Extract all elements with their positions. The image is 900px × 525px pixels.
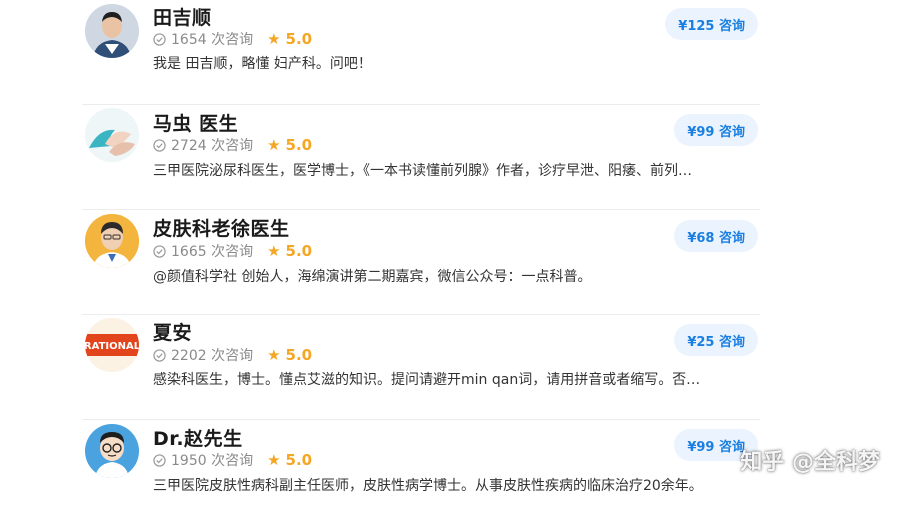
consult-count: 2724 次咨询 <box>171 138 254 154</box>
doctor-item[interactable]: 皮肤科老徐医生 1665 次咨询 ★ 5.0 @颜值科学社 创始人，海绵演讲第二… <box>0 210 900 315</box>
doctor-avatar[interactable]: RATIONAL <box>85 318 139 372</box>
doctor-name[interactable]: 田吉顺 <box>153 3 212 30</box>
check-circle-icon <box>153 244 166 258</box>
cartoon-doctor-icon <box>85 424 139 478</box>
doctor-name[interactable]: 夏安 <box>153 318 192 345</box>
rating-value: 5.0 <box>285 242 313 260</box>
rating-value: 5.0 <box>285 30 313 48</box>
check-circle-icon <box>153 138 166 152</box>
doctor-description: 我是 田吉顺，略懂 妇产科。问吧！ <box>153 56 372 72</box>
star-icon: ★ <box>267 451 281 469</box>
doctor-description: @颜值科学社 创始人，海绵演讲第二期嘉宾，微信公众号：一点科普。 <box>153 269 592 285</box>
check-circle-icon <box>153 453 166 467</box>
star-icon: ★ <box>267 30 281 48</box>
doctor-name[interactable]: Dr.赵先生 <box>153 424 243 451</box>
consult-price-button[interactable]: ¥25 咨询 <box>674 324 758 356</box>
doctor-photo-icon <box>85 4 139 58</box>
doctor-name[interactable]: 皮肤科老徐医生 <box>153 214 290 241</box>
doctor-avatar[interactable] <box>85 214 139 268</box>
doctor-cartoon-icon <box>85 214 139 268</box>
zhihu-watermark: 知乎 @全科梦 <box>740 450 880 475</box>
doctor-description: 三甲医院皮肤性病科副主任医师，皮肤性病学博士。从事皮肤性疾病的临床治疗20余年。 <box>153 478 703 494</box>
star-icon: ★ <box>267 346 281 364</box>
doctor-name[interactable]: 马虫 医生 <box>153 109 238 136</box>
doctor-description: 感染科医生，博士。懂点艾滋的知识。提问请避开min qan词，请用拼音或者缩写。… <box>153 372 701 388</box>
rating-value: 5.0 <box>285 136 313 154</box>
check-circle-icon <box>153 348 166 362</box>
doctor-meta: 2202 次咨询 ★ 5.0 <box>153 345 312 365</box>
doctor-avatar[interactable] <box>85 424 139 478</box>
consult-price-button[interactable]: ¥125 咨询 <box>665 8 758 40</box>
consult-price-button[interactable]: ¥68 咨询 <box>674 220 758 252</box>
rating-value: 5.0 <box>285 346 313 364</box>
check-circle-icon <box>153 32 166 46</box>
doctor-item[interactable]: 田吉顺 1654 次咨询 ★ 5.0 我是 田吉顺，略懂 妇产科。问吧！ ¥12… <box>0 0 900 105</box>
doctor-avatar[interactable] <box>85 4 139 58</box>
consult-count: 1950 次咨询 <box>171 453 254 469</box>
doctor-meta: 1665 次咨询 ★ 5.0 <box>153 241 312 261</box>
consult-count: 2202 次咨询 <box>171 348 254 364</box>
doctor-meta: 2724 次咨询 ★ 5.0 <box>153 135 312 155</box>
doctor-avatar[interactable] <box>85 108 139 162</box>
doctor-meta: 1950 次咨询 ★ 5.0 <box>153 450 312 470</box>
doctor-description: 三甲医院泌尿科医生，医学博士，《一本书读懂前列腺》作者，诊疗早泄、阳痿、前列… <box>153 163 692 179</box>
doctor-meta: 1654 次咨询 ★ 5.0 <box>153 29 312 49</box>
rating-value: 5.0 <box>285 451 313 469</box>
consult-count: 1654 次咨询 <box>171 32 254 48</box>
star-icon: ★ <box>267 136 281 154</box>
doctor-item[interactable]: RATIONAL 夏安 2202 次咨询 ★ 5.0 感染科医生，博士。懂点艾滋… <box>0 315 900 420</box>
rational-logo-icon: RATIONAL <box>85 318 139 372</box>
rational-logo-text: RATIONAL <box>85 341 139 352</box>
consult-price-button[interactable]: ¥99 咨询 <box>674 114 758 146</box>
doctor-item[interactable]: 马虫 医生 2724 次咨询 ★ 5.0 三甲医院泌尿科医生，医学博士，《一本书… <box>0 105 900 210</box>
hands-photo-icon <box>85 108 139 162</box>
consult-count: 1665 次咨询 <box>171 244 254 260</box>
star-icon: ★ <box>267 242 281 260</box>
